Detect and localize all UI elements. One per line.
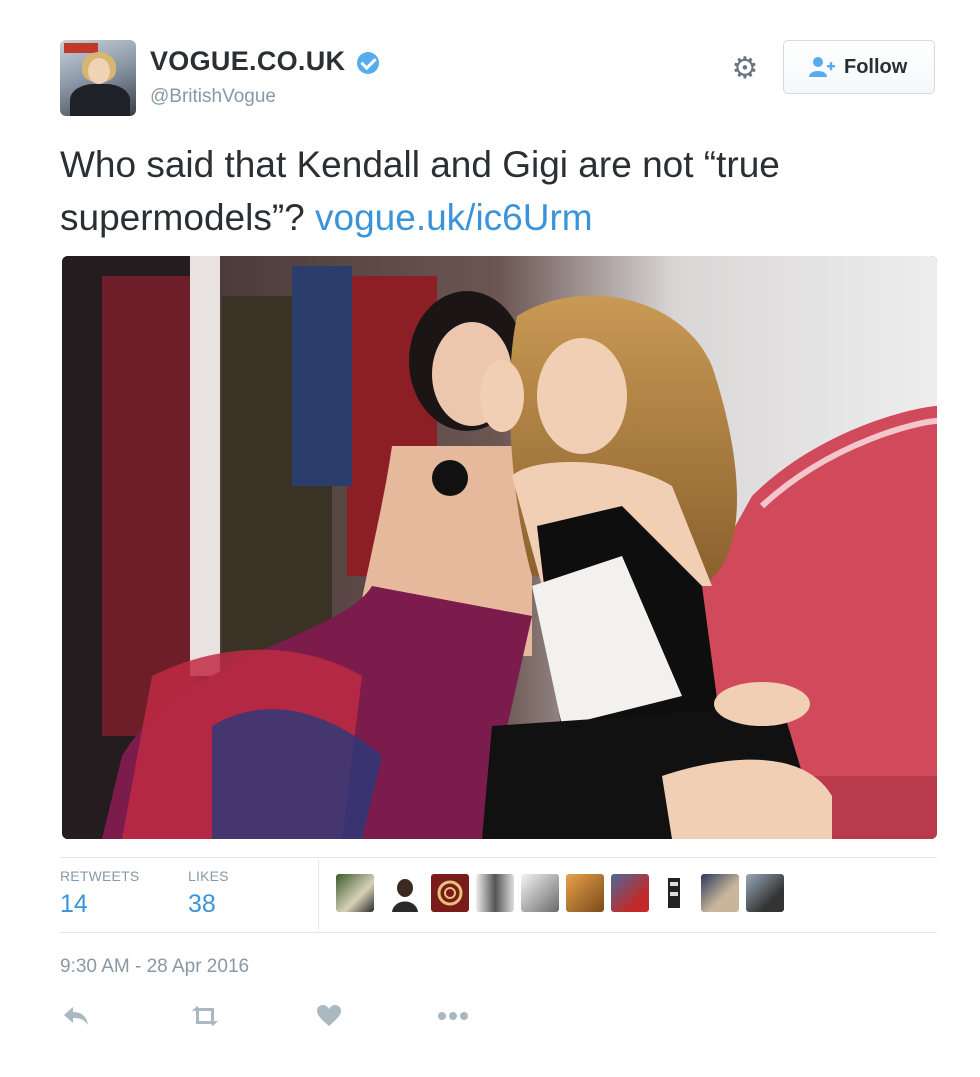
tweet-text: Who said that Kendall and Gigi are not “… — [60, 138, 920, 244]
photo-illustration — [62, 256, 937, 839]
account-name[interactable]: VOGUE.CO.UK — [150, 46, 345, 77]
like-button[interactable] — [309, 1000, 349, 1032]
reply-button[interactable] — [56, 1000, 96, 1032]
verified-badge-icon — [357, 52, 379, 74]
retweet-icon — [192, 1006, 218, 1026]
follow-button[interactable]: Follow — [783, 40, 935, 94]
tweet-timestamp[interactable]: 9:30 AM - 28 Apr 2016 — [60, 956, 249, 978]
more-icon — [438, 1012, 468, 1020]
stats-separator — [318, 860, 319, 930]
likes-label: LIKES — [188, 868, 229, 884]
liker-avatar[interactable] — [701, 874, 739, 912]
liker-avatar[interactable] — [336, 874, 374, 912]
tweet-photo[interactable] — [62, 256, 937, 839]
liker-avatar[interactable] — [386, 874, 424, 912]
likes-count[interactable]: 38 — [188, 890, 216, 919]
retweets-count[interactable]: 14 — [60, 890, 88, 919]
magazine-masthead-graphic — [64, 43, 98, 53]
liker-avatar[interactable] — [431, 874, 469, 912]
divider-bottom — [60, 932, 937, 933]
follow-button-label: Follow — [844, 56, 908, 78]
heart-icon — [317, 1005, 341, 1026]
liker-avatar[interactable] — [521, 874, 559, 912]
liker-avatar[interactable] — [656, 874, 694, 912]
liker-avatar[interactable] — [746, 874, 784, 912]
avatar-face-graphic — [88, 58, 110, 84]
gear-icon[interactable]: ⚙ — [730, 54, 760, 84]
tweet-link[interactable]: vogue.uk/ic6Urm — [315, 197, 593, 238]
add-user-icon — [809, 57, 835, 77]
avatar[interactable] — [60, 40, 136, 116]
divider-top — [60, 857, 937, 858]
reply-icon — [64, 1007, 88, 1025]
liker-avatar[interactable] — [566, 874, 604, 912]
account-handle[interactable]: @BritishVogue — [150, 86, 276, 108]
tweet-card: VOGUE.CO.UK @BritishVogue ⚙ Follow Who s… — [0, 0, 980, 1077]
liker-avatar[interactable] — [611, 874, 649, 912]
avatar-body-graphic — [70, 84, 130, 116]
retweet-button[interactable] — [185, 1000, 225, 1032]
liker-avatar[interactable] — [476, 874, 514, 912]
retweets-label: RETWEETS — [60, 868, 140, 884]
more-button[interactable] — [433, 1000, 473, 1032]
